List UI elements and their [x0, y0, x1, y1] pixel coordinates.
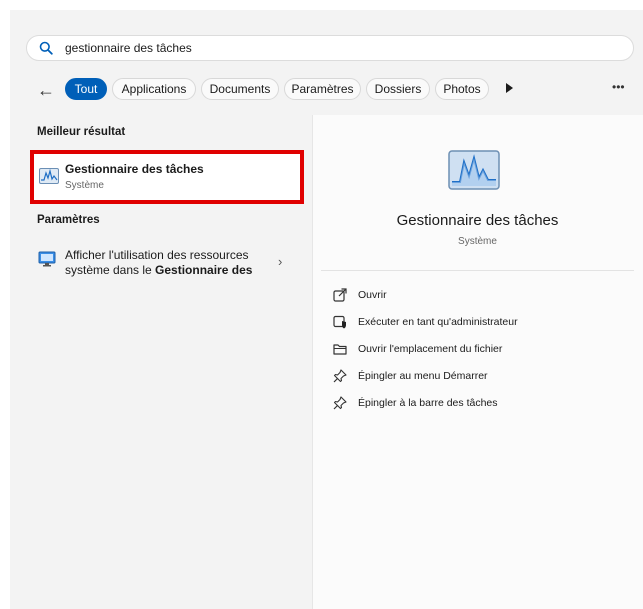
best-match-name: Gestionnaire des tâches: [65, 162, 204, 176]
detail-divider: [321, 270, 634, 271]
pin-icon: [333, 369, 347, 383]
best-match-category: Système: [65, 180, 104, 191]
chevron-right-icon: ›: [278, 254, 283, 269]
tab-parametres[interactable]: Paramètres: [284, 78, 361, 100]
settings-item-line2: système dans le Gestionnaire des: [65, 263, 253, 277]
open-external-icon: [333, 288, 347, 302]
monitor-settings-icon: [38, 251, 56, 267]
tab-documents[interactable]: Documents: [201, 78, 279, 100]
tab-applications[interactable]: Applications: [112, 78, 196, 100]
tab-dossiers[interactable]: Dossiers: [366, 78, 430, 100]
search-input[interactable]: [65, 39, 605, 57]
action-label: Ouvrir l'emplacement du fichier: [358, 343, 503, 355]
action-label: Épingler au menu Démarrer: [358, 370, 488, 382]
admin-shield-icon: [333, 315, 346, 329]
detail-app-name: Gestionnaire des tâches: [396, 212, 559, 229]
best-match-heading: Meilleur résultat: [37, 126, 126, 138]
action-label: Ouvrir: [358, 289, 387, 301]
best-match-item[interactable]: Gestionnaire des tâches Système: [30, 150, 304, 204]
pin-icon: [333, 396, 347, 410]
tab-photos[interactable]: Photos: [435, 78, 489, 100]
folder-icon: [333, 344, 347, 355]
task-manager-large-icon: [448, 150, 500, 190]
settings-heading: Paramètres: [37, 214, 100, 226]
settings-item-line1: Afficher l'utilisation des ressources: [65, 248, 249, 262]
back-arrow-icon[interactable]: ←: [36, 80, 56, 100]
search-box[interactable]: [26, 35, 634, 61]
more-tabs-play-icon[interactable]: [506, 83, 513, 93]
task-manager-icon: [39, 168, 59, 184]
tab-tout[interactable]: Tout: [65, 78, 107, 100]
action-label: Épingler à la barre des tâches: [358, 397, 498, 409]
detail-app-category: Système: [458, 236, 497, 247]
search-icon: [39, 41, 53, 55]
more-options-icon[interactable]: •••: [612, 80, 625, 94]
action-label: Exécuter en tant qu'administrateur: [358, 316, 518, 328]
settings-result-item[interactable]: Afficher l'utilisation des ressources sy…: [30, 242, 304, 284]
